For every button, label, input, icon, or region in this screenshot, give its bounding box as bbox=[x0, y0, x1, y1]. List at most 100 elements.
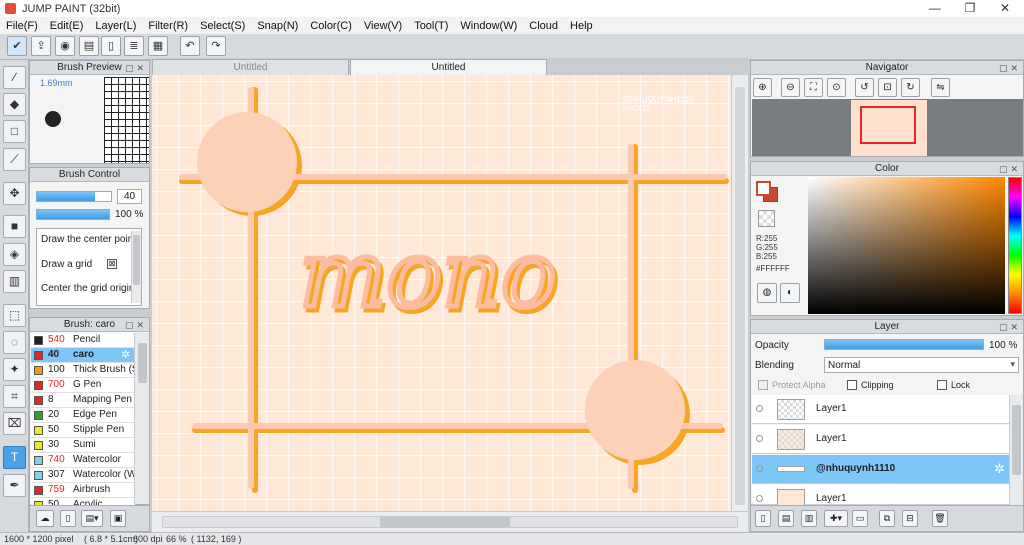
copy-brush-icon[interactable]: ▤▾ bbox=[81, 510, 103, 527]
gradient-tool-icon[interactable]: ▥ bbox=[3, 270, 26, 293]
protect-alpha-checkbox[interactable] bbox=[758, 380, 768, 390]
blending-select[interactable]: Normal ▾ bbox=[824, 357, 1019, 373]
line-tool-icon[interactable]: ⟋ bbox=[3, 148, 26, 171]
close-button[interactable]: ✕ bbox=[988, 0, 1022, 17]
brush-item[interactable]: 540 Pencil bbox=[31, 333, 135, 348]
panel-close-icon[interactable]: ▢✕ bbox=[125, 62, 147, 75]
brush-item[interactable]: 759 Airbrush bbox=[31, 483, 135, 498]
options-scrollbar[interactable] bbox=[131, 231, 141, 303]
option-draw-center-point[interactable]: Draw the center point bbox=[41, 234, 136, 245]
draw-grid-checkbox[interactable]: ⊠ bbox=[107, 259, 117, 269]
brush-opacity-slider[interactable] bbox=[36, 209, 110, 220]
new-brush-icon[interactable]: ▯ bbox=[60, 510, 76, 527]
option-center-grid-origin[interactable]: Center the grid origin bbox=[41, 283, 134, 294]
menu-edit[interactable]: Edit(E) bbox=[44, 20, 90, 32]
new-layer-icon[interactable]: ▯ bbox=[755, 510, 771, 527]
option-draw-grid[interactable]: Draw a grid bbox=[41, 259, 92, 270]
brush-tool-icon[interactable]: ∕ bbox=[3, 66, 26, 89]
menu-window[interactable]: Window(W) bbox=[454, 20, 523, 32]
reset-rotation-icon[interactable]: ⊡ bbox=[878, 78, 897, 97]
rotate-left-icon[interactable]: ↺ bbox=[855, 78, 874, 97]
brush-item[interactable]: 50 Stipple Pen bbox=[31, 423, 135, 438]
canvas-hscroll-thumb[interactable] bbox=[380, 517, 510, 527]
lasso-tool-icon[interactable]: ◌ bbox=[3, 331, 26, 354]
brush-size-slider[interactable] bbox=[36, 191, 112, 202]
redo-icon[interactable]: ↷ bbox=[206, 36, 226, 56]
speech-bubble-icon[interactable]: ◉ bbox=[55, 36, 75, 56]
canvas-horizontal-scrollbar[interactable] bbox=[152, 511, 748, 532]
tab-untitled-1[interactable]: Untitled bbox=[152, 59, 349, 75]
eyedropper-tool-icon[interactable]: ✒ bbox=[3, 474, 26, 497]
rectangle-tool-icon[interactable]: □ bbox=[3, 120, 26, 143]
comment-icon[interactable]: ▤ bbox=[79, 36, 99, 56]
palette-icon[interactable]: ◍ bbox=[757, 283, 777, 303]
panel-close-icon[interactable]: ▢✕ bbox=[999, 321, 1021, 334]
menu-snap[interactable]: Snap(N) bbox=[251, 20, 304, 32]
foreground-color-swatch[interactable] bbox=[756, 181, 771, 196]
visibility-icon[interactable] bbox=[756, 495, 763, 502]
layer-opacity-slider[interactable] bbox=[824, 339, 984, 350]
fit-view-icon[interactable]: ⛶ bbox=[804, 78, 823, 97]
brush-item[interactable]: 30 Sumi bbox=[31, 438, 135, 453]
menu-filter[interactable]: Filter(R) bbox=[142, 20, 194, 32]
minimize-button[interactable]: — bbox=[918, 0, 952, 17]
clipping-checkbox[interactable] bbox=[847, 380, 857, 390]
brush-item[interactable]: 100 Thick Brush (Soft) bbox=[31, 363, 135, 378]
tab-untitled-2[interactable]: Untitled bbox=[350, 59, 547, 75]
canvas-vertical-scrollbar[interactable] bbox=[731, 75, 748, 511]
panel-close-icon[interactable]: ▢✕ bbox=[125, 319, 147, 332]
text-tool-icon[interactable]: T bbox=[3, 446, 26, 469]
navigator-view[interactable] bbox=[752, 99, 1023, 156]
document-icon[interactable]: ▯ bbox=[101, 36, 121, 56]
add-layer-menu-icon[interactable]: ✚▾ bbox=[824, 510, 848, 527]
move-tool-icon[interactable]: ✥ bbox=[3, 182, 26, 205]
maximize-button[interactable]: ❐ bbox=[953, 0, 987, 17]
layer-scroll-thumb[interactable] bbox=[1012, 405, 1021, 475]
brush-item[interactable]: 20 Edge Pen bbox=[31, 408, 135, 423]
folder-icon[interactable]: ▭ bbox=[852, 510, 868, 527]
eraser-tool-icon[interactable]: ◆ bbox=[3, 93, 26, 116]
hue-slider[interactable] bbox=[1008, 177, 1022, 314]
menu-view[interactable]: View(V) bbox=[358, 20, 408, 32]
zoom-out-icon[interactable]: ⊖ bbox=[781, 78, 800, 97]
brush-list-scrollbar[interactable] bbox=[134, 333, 149, 504]
menu-help[interactable]: Help bbox=[564, 20, 599, 32]
zoom-reset-icon[interactable]: ⊙ bbox=[827, 78, 846, 97]
fill-rect-tool-icon[interactable]: ■ bbox=[3, 215, 26, 238]
magic-wand-tool-icon[interactable]: ✦ bbox=[3, 358, 26, 381]
select-eraser-tool-icon[interactable]: ⌧ bbox=[3, 412, 26, 435]
check-icon[interactable]: ✔ bbox=[7, 36, 27, 56]
panel-close-icon[interactable]: ▢✕ bbox=[999, 62, 1021, 75]
merge-layer-icon[interactable]: ⊟ bbox=[902, 510, 918, 527]
rotate-right-icon[interactable]: ↻ bbox=[901, 78, 920, 97]
layer-row[interactable]: Layer1 bbox=[752, 395, 1009, 424]
brush-item[interactable]: 740 Watercolor bbox=[31, 453, 135, 468]
menu-tool[interactable]: Tool(T) bbox=[408, 20, 454, 32]
gear-icon[interactable]: ✲ bbox=[121, 348, 130, 362]
layer-row[interactable]: Layer1 bbox=[752, 425, 1009, 454]
undo-icon[interactable]: ↶ bbox=[180, 36, 200, 56]
visibility-icon[interactable] bbox=[756, 465, 763, 472]
brush-item[interactable]: 8 Mapping Pen bbox=[31, 393, 135, 408]
brush-item[interactable]: 40 caro ✲ bbox=[31, 348, 135, 363]
transparent-color-swatch[interactable] bbox=[758, 210, 775, 227]
trash-icon[interactable]: 🗑 bbox=[932, 510, 948, 527]
menu-file[interactable]: File(F) bbox=[0, 20, 44, 32]
bucket-tool-icon[interactable]: ◈ bbox=[3, 243, 26, 266]
layer-row[interactable]: @nhuquynh1110 ✲ bbox=[752, 455, 1009, 484]
document-list-icon[interactable]: ≣ bbox=[124, 36, 144, 56]
brush-size-value[interactable]: 40 bbox=[117, 189, 142, 204]
navigator-viewport-rect[interactable] bbox=[860, 106, 916, 144]
layout-icon[interactable]: ▦ bbox=[148, 36, 168, 56]
menu-cloud[interactable]: Cloud bbox=[523, 20, 564, 32]
layer-list-scrollbar[interactable] bbox=[1009, 395, 1023, 505]
brush-list-scroll-thumb[interactable] bbox=[138, 343, 147, 383]
menu-select[interactable]: Select(S) bbox=[194, 20, 251, 32]
brush-item[interactable]: 700 G Pen bbox=[31, 378, 135, 393]
visibility-icon[interactable] bbox=[756, 435, 763, 442]
brush-item[interactable]: 307 Watercolor (Wet) bbox=[31, 468, 135, 483]
flip-icon[interactable]: ⇋ bbox=[931, 78, 950, 97]
delete-brush-icon[interactable]: ▣ bbox=[110, 510, 126, 527]
panel-close-icon[interactable]: ▢✕ bbox=[999, 163, 1021, 176]
canvas[interactable]: mono mono @NHUQUYNH1110 SHOOT bbox=[152, 75, 731, 511]
